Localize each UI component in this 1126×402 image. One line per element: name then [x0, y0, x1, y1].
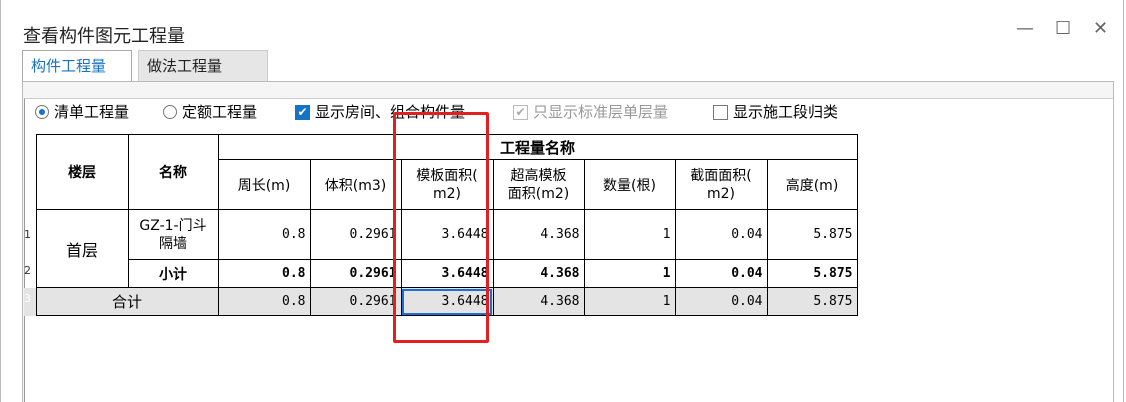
- row-number[interactable]: 1: [24, 209, 37, 260]
- dialog-title: 查看构件图元工程量: [23, 26, 185, 47]
- floor-cell[interactable]: 首层: [35, 209, 129, 288]
- table-header-row: 楼层 名称 工程量名称: [24, 134, 858, 210]
- cell-perimeter[interactable]: 0.8: [217, 209, 311, 260]
- checkbox-show-room[interactable]: ✔ 显示房间、组合构件量: [295, 100, 465, 124]
- table-row[interactable]: 1 首层 GZ-1-门斗 隔墙 0.8 0.2961 3.6448 4.368 …: [24, 209, 858, 288]
- col-volume-header: 体积(m3): [309, 159, 402, 210]
- radio-dinge[interactable]: 定额工程量: [163, 100, 257, 124]
- col-count-header: 数量(根): [583, 159, 676, 210]
- tab-component-quantity[interactable]: 构件工程量: [22, 50, 132, 81]
- cell-high-formwork[interactable]: 4.368: [492, 209, 585, 260]
- subtotal-count[interactable]: 1: [583, 259, 676, 288]
- checkbox-disabled-icon: ✔: [513, 104, 528, 120]
- tab-method-quantity[interactable]: 做法工程量: [138, 50, 268, 81]
- checkbox-checked-icon: ✔: [295, 104, 310, 120]
- checkbox-only-standard-label: 只显示标准层单层量: [533, 103, 669, 121]
- subtotal-high-formwork[interactable]: 4.368: [492, 259, 585, 288]
- total-label: 合计: [35, 287, 219, 316]
- checkbox-unchecked-icon: [713, 104, 728, 120]
- close-icon[interactable]: ✕: [1093, 18, 1108, 39]
- checkbox-show-stage[interactable]: 显示施工段归类: [713, 100, 838, 124]
- radio-qingdan[interactable]: 清单工程量: [35, 100, 129, 124]
- quantity-table: 楼层 名称 工程量名称 周长(m) 体积(m3) 模板面积( m2) 超高模板 …: [24, 134, 858, 316]
- quantity-group-header: 工程量名称: [217, 134, 858, 160]
- cell-height[interactable]: 5.875: [766, 209, 858, 260]
- cell-volume[interactable]: 0.2961: [309, 209, 402, 260]
- radio-selected-icon: [35, 105, 49, 119]
- cell-section-area[interactable]: 0.04: [674, 209, 768, 260]
- subtotal-volume[interactable]: 0.2961: [309, 259, 402, 288]
- cell-count[interactable]: 1: [583, 209, 676, 260]
- checkbox-show-stage-label: 显示施工段归类: [733, 103, 839, 121]
- total-formwork-area-selected[interactable]: 3.6448: [400, 287, 494, 316]
- total-section-area[interactable]: 0.04: [674, 287, 768, 316]
- component-name-cell[interactable]: GZ-1-门斗 隔墙: [127, 209, 219, 260]
- subtotal-row[interactable]: 2 小计 0.8 0.2961 3.6448 4.368 1 0.04 5.87…: [24, 259, 858, 288]
- col-floor-header: 楼层: [35, 134, 129, 210]
- minimize-icon[interactable]: —: [1016, 18, 1034, 39]
- checkbox-only-standard: ✔ 只显示标准层单层量: [513, 100, 668, 124]
- row-number-header: [24, 134, 37, 210]
- total-perimeter[interactable]: 0.8: [217, 287, 311, 316]
- total-row[interactable]: 3 合计 0.8 0.2961 3.6448 4.368 1 0.04 5.87…: [24, 287, 858, 316]
- total-volume[interactable]: 0.2961: [309, 287, 402, 316]
- cell-formwork-area[interactable]: 3.6448: [400, 209, 494, 260]
- row-number[interactable]: 2: [24, 259, 37, 288]
- dialog-window: 查看构件图元工程量 — ☐ ✕ 构件工程量 做法工程量 清单工程量 定额工程量 …: [0, 0, 1124, 402]
- subtotal-label: 小计: [127, 259, 219, 288]
- radio-qingdan-label: 清单工程量: [54, 103, 130, 121]
- col-height-header: 高度(m): [766, 159, 858, 210]
- total-height[interactable]: 5.875: [766, 287, 858, 316]
- checkbox-show-room-label: 显示房间、组合构件量: [315, 103, 466, 121]
- row-number-selected[interactable]: 3: [24, 287, 37, 316]
- total-count[interactable]: 1: [583, 287, 676, 316]
- subtotal-height[interactable]: 5.875: [766, 259, 858, 288]
- col-high-formwork-header: 超高模板 面积(m2): [492, 159, 585, 210]
- col-perimeter-header: 周长(m): [217, 159, 311, 210]
- subtotal-section-area[interactable]: 0.04: [674, 259, 768, 288]
- total-high-formwork[interactable]: 4.368: [492, 287, 585, 316]
- subtotal-formwork-area[interactable]: 3.6448: [400, 259, 494, 288]
- col-name-header: 名称: [127, 134, 219, 210]
- subtotal-perimeter[interactable]: 0.8: [217, 259, 311, 288]
- col-formwork-area-header: 模板面积( m2): [400, 159, 494, 210]
- maximize-icon[interactable]: ☐: [1055, 18, 1071, 39]
- col-section-area-header: 截面面积( m2): [674, 159, 768, 210]
- radio-unselected-icon: [163, 105, 177, 119]
- radio-dinge-label: 定额工程量: [182, 103, 258, 121]
